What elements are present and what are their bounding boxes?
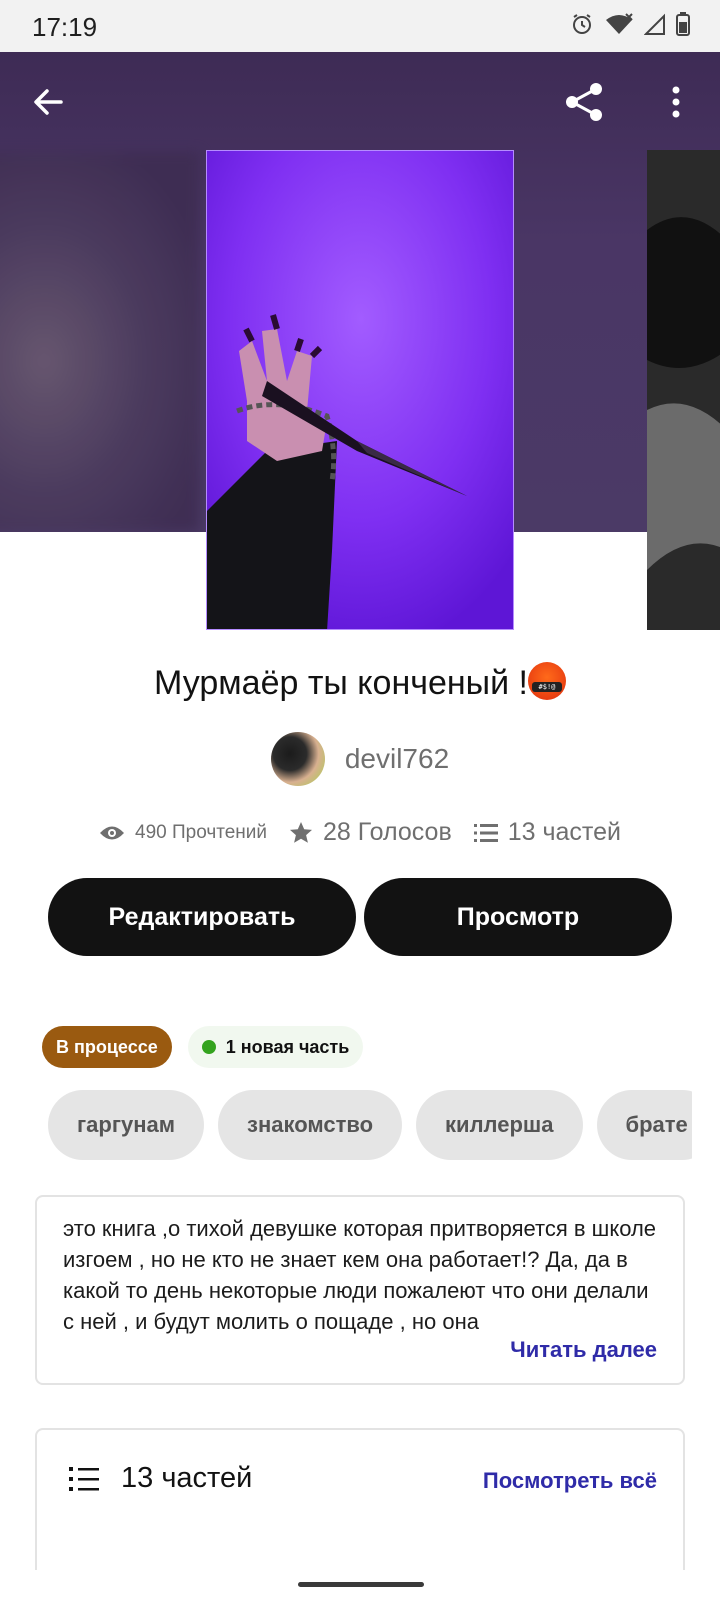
story-cover[interactable] xyxy=(206,150,514,630)
votes-count: 28 Голосов xyxy=(323,818,452,846)
avatar[interactable] xyxy=(270,732,325,786)
hero-background xyxy=(0,152,200,532)
list-icon xyxy=(473,823,498,842)
story-title: Мурмаёр ты конченый ! #$!@ xyxy=(0,662,720,703)
parts-count: 13 частей xyxy=(507,818,621,846)
status-icons xyxy=(570,12,690,36)
parts-title: 13 частей xyxy=(121,1462,253,1494)
eye-icon xyxy=(100,826,124,839)
story-badges: В процессе 1 новая часть xyxy=(42,1026,364,1068)
wifi-icon xyxy=(606,13,633,34)
author-name[interactable]: devil762 xyxy=(345,743,449,775)
story-stats: 490 Прочтений 28 Голосов 13 частей xyxy=(0,818,720,847)
see-all-link[interactable]: Посмотреть всё xyxy=(483,1468,657,1494)
home-indicator[interactable] xyxy=(298,1582,424,1587)
more-vertical-icon xyxy=(672,86,680,118)
story-title-text: Мурмаёр ты конченый ! xyxy=(154,664,528,702)
reads-count: 490 Прочтений xyxy=(135,821,268,843)
signal-icon xyxy=(644,13,665,35)
new-part-label: 1 новая часть xyxy=(225,1036,350,1057)
angry-face-symbols: #$!@ xyxy=(531,682,562,692)
back-button[interactable] xyxy=(24,78,72,126)
new-dot-icon xyxy=(201,1040,216,1054)
status-badge: В процессе xyxy=(42,1026,172,1068)
battery-icon xyxy=(676,12,690,36)
status-bar: 17:19 xyxy=(0,0,720,52)
reads-stat: 490 Прочтений xyxy=(99,822,267,844)
cover-illustration xyxy=(207,151,513,629)
tag-chip[interactable]: знакомство xyxy=(218,1090,403,1160)
parts-stat: 13 частей xyxy=(473,818,621,847)
list-icon xyxy=(69,1466,99,1491)
action-buttons: Редактировать Просмотр xyxy=(48,878,672,956)
preview-button[interactable]: Просмотр xyxy=(364,878,672,956)
more-button[interactable] xyxy=(652,78,700,126)
star-icon xyxy=(290,821,313,843)
author-row[interactable]: devil762 xyxy=(0,732,720,786)
parts-header: 13 частей xyxy=(69,1462,252,1495)
description-text: это книга ,о тихой девушке которая притв… xyxy=(63,1216,657,1334)
status-time: 17:19 xyxy=(32,12,98,42)
read-more-link[interactable]: Читать далее xyxy=(510,1337,657,1363)
tag-chip[interactable]: гаргунам xyxy=(48,1090,205,1160)
alarm-icon xyxy=(573,14,591,34)
angry-face-icon: #$!@ xyxy=(527,662,566,700)
description-card: это книга ,о тихой девушке которая притв… xyxy=(35,1195,685,1385)
next-cover-peek[interactable] xyxy=(647,150,720,630)
new-part-badge: 1 новая часть xyxy=(187,1026,364,1068)
share-icon xyxy=(566,83,602,121)
arrow-left-icon xyxy=(34,89,63,115)
next-cover-image xyxy=(647,150,720,630)
tag-list: гаргунам знакомство киллерша брате xyxy=(48,1090,692,1160)
edit-button[interactable]: Редактировать xyxy=(48,878,356,956)
share-button[interactable] xyxy=(560,78,608,126)
tag-chip[interactable]: брате xyxy=(596,1090,692,1160)
votes-stat: 28 Голосов xyxy=(289,818,452,847)
tag-chip[interactable]: киллерша xyxy=(416,1090,583,1160)
